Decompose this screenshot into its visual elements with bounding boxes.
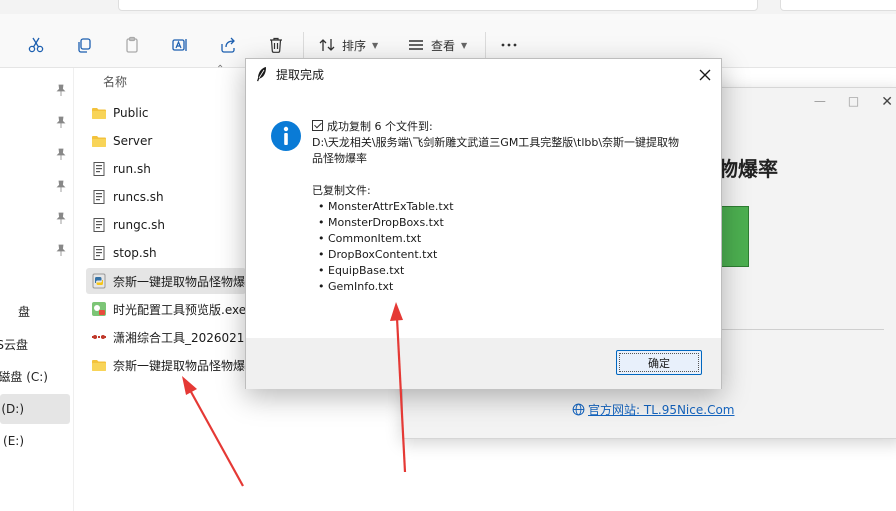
sort-button[interactable]: 排序 ▼ [318, 34, 378, 56]
exe-app-icon [92, 302, 106, 316]
script-file-icon [93, 162, 105, 176]
scissors-icon [28, 37, 44, 53]
divider [718, 329, 884, 330]
copy-button[interactable] [75, 34, 93, 56]
python-file-icon [92, 273, 106, 289]
feather-icon [257, 67, 267, 82]
rename-button[interactable] [171, 34, 189, 56]
file-row-selected[interactable]: 奈斯一键提取物品怪物爆 [86, 268, 246, 294]
share-button[interactable] [219, 34, 237, 56]
red-arrow-icon [182, 376, 244, 487]
explorer-address-strip [0, 0, 896, 14]
pin-icon [56, 116, 66, 128]
paste-button[interactable] [123, 34, 141, 56]
file-row[interactable]: rungc.sh [86, 212, 246, 238]
pin-icon [56, 148, 66, 160]
checkbox-icon [312, 120, 323, 131]
success-line: 成功复制 6 个文件到: [312, 119, 712, 135]
pin-icon [56, 84, 66, 96]
script-file-icon [93, 190, 105, 204]
copied-file-item: • MonsterDropBoxs.txt [318, 216, 444, 229]
file-row[interactable]: runcs.sh [86, 184, 246, 210]
nav-item-drive-c[interactable]: 磁盘 (C:) [0, 362, 70, 392]
folder-icon [92, 108, 106, 119]
file-row[interactable]: stop.sh [86, 240, 246, 266]
more-options-button[interactable] [500, 34, 518, 56]
rename-icon [172, 39, 187, 51]
dialog-close-button[interactable] [694, 64, 716, 86]
close-icon[interactable]: ✕ [881, 94, 893, 110]
target-path-line-1: D:\天龙相关\服务端\飞剑新雕文武道三GM工具完整版\tlbb\奈斯一键提取物 [312, 136, 680, 149]
cut-button[interactable] [27, 34, 45, 56]
copied-file-item: • GemInfo.txt [318, 280, 394, 293]
dialog-footer: 确定 [246, 338, 721, 389]
extract-action-button[interactable] [718, 206, 749, 267]
dialog-body: 成功复制 6 个文件到: D:\天龙相关\服务端\飞剑新雕文武道三GM工具完整版… [246, 89, 721, 338]
ellipsis-icon [501, 43, 517, 47]
chevron-down-icon: ▼ [372, 40, 379, 50]
copied-files-header: 已复制文件: [312, 184, 371, 197]
clipboard-icon [126, 36, 138, 53]
copied-file-item: • EquipBase.txt [318, 264, 405, 277]
tool-app-icon [92, 335, 106, 339]
dialog-message: 成功复制 6 个文件到: D:\天龙相关\服务端\飞剑新雕文武道三GM工具完整版… [312, 119, 712, 295]
nav-item-cloud-drive[interactable]: S云盘 [0, 330, 70, 360]
nav-item-partial[interactable]: 盘 [0, 297, 70, 327]
nav-item-drive-d[interactable]: S (D:) [0, 394, 70, 424]
file-row[interactable]: Server [86, 128, 246, 154]
script-file-icon [93, 218, 105, 232]
sort-label: 排序 [342, 38, 367, 53]
target-path-line-2: 品怪物爆率 [312, 152, 367, 165]
website-text: 官方网站: TL.95Nice.Com [588, 403, 735, 417]
toolbar-separator [485, 32, 486, 58]
file-row[interactable]: 潇湘综合工具_20260212 [86, 324, 246, 350]
dialog-title: 提取完成 [276, 68, 325, 82]
view-label: 查看 [431, 38, 456, 53]
share-icon [221, 37, 235, 53]
extraction-complete-dialog: 提取完成 成功复制 6 个文件到: D:\天龙相关\服务端\飞剑新雕文武道三GM… [245, 58, 722, 389]
file-row[interactable]: 时光配置工具预览版.exe [86, 296, 246, 322]
sort-up-icon: ⌃ [216, 64, 225, 75]
globe-icon [572, 403, 585, 416]
navigation-pane: 盘 S云盘 磁盘 (C:) S (D:) i (E:) [0, 68, 74, 511]
pin-icon [56, 212, 66, 224]
file-row[interactable]: 奈斯一键提取物品怪物爆 [86, 352, 246, 378]
script-file-icon [93, 246, 105, 260]
file-row[interactable]: Public [86, 100, 246, 126]
pin-icon [56, 180, 66, 192]
pin-icon [56, 244, 66, 256]
info-icon [271, 121, 301, 151]
folder-icon [92, 136, 106, 147]
dialog-titlebar[interactable]: 提取完成 [246, 59, 721, 89]
sort-icon [319, 39, 335, 51]
nav-item-drive-e[interactable]: i (E:) [0, 426, 70, 456]
copied-file-item: • CommonItem.txt [318, 232, 422, 245]
delete-button[interactable] [267, 34, 285, 56]
file-row[interactable]: run.sh [86, 156, 246, 182]
official-website-link[interactable]: 官方网站: TL.95Nice.Com [572, 401, 734, 418]
maximize-icon[interactable]: □ [848, 94, 859, 110]
trash-icon [270, 37, 282, 53]
view-button[interactable]: 查看 ▼ [407, 34, 467, 56]
folder-icon [92, 360, 106, 371]
toolbar-separator [303, 32, 304, 58]
column-header-name[interactable]: 名称 [103, 73, 127, 90]
address-bar[interactable] [118, 0, 758, 11]
copied-file-item: • MonsterAttrExTable.txt [318, 200, 454, 213]
copy-icon [78, 38, 91, 53]
background-app-title: 物爆率 [718, 157, 778, 181]
chevron-down-icon: ▼ [461, 40, 468, 50]
copied-file-item: • DropBoxContent.txt [318, 248, 438, 261]
search-box[interactable] [780, 0, 896, 11]
close-icon [699, 69, 711, 81]
minimize-icon[interactable]: — [814, 94, 826, 110]
ok-button[interactable]: 确定 [616, 350, 702, 375]
view-list-icon [409, 40, 423, 50]
